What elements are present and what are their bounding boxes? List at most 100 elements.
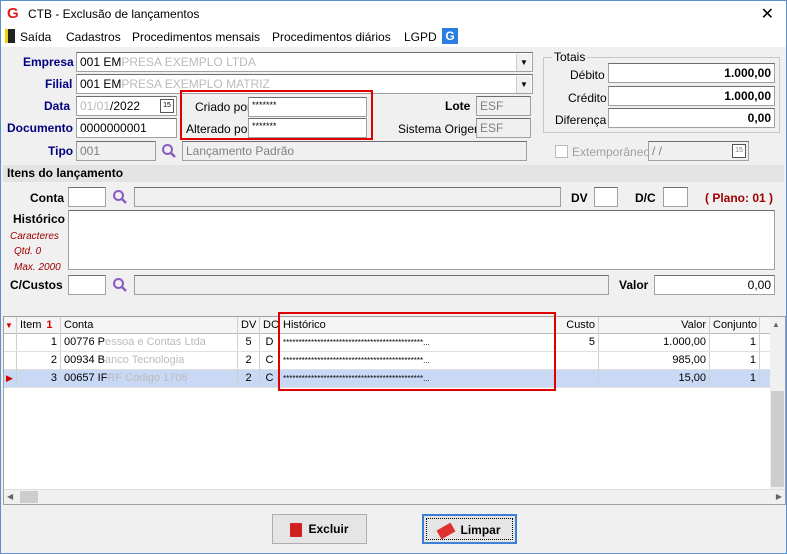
cell-valor: 1.000,00 [599, 334, 710, 351]
dv-label: DV [571, 191, 588, 205]
cell-conjunto: 1 [710, 352, 760, 369]
chevron-down-icon[interactable]: ▼ [516, 76, 531, 93]
empresa-value-redacted: PRESA EXEMPLO LTDA [121, 55, 256, 69]
col-item[interactable]: Item 1 [17, 317, 61, 334]
extemporaneo-label: Extemporâneo [572, 145, 651, 159]
scroll-left-icon[interactable]: ◀ [7, 492, 13, 501]
credito-field: 1.000,00 [608, 86, 775, 106]
scroll-right-icon[interactable]: ▶ [776, 492, 782, 501]
empresa-select[interactable]: 001 EMPRESA EXEMPLO LTDA ▼ [76, 52, 533, 72]
lote-label: Lote [445, 99, 471, 113]
highlight-box-historico [278, 312, 556, 391]
cell-custo [555, 352, 599, 369]
ccustos-label: C/Custos [10, 278, 63, 292]
cell-dv: 2 [238, 370, 260, 387]
cell-valor: 985,00 [599, 352, 710, 369]
empresa-label: Empresa [23, 55, 74, 69]
search-icon[interactable] [161, 143, 177, 159]
col-conjunto[interactable]: Conjunto [710, 317, 760, 334]
cell-conjunto: 1 [710, 370, 760, 387]
col-custo[interactable]: Custo [555, 317, 599, 334]
search-icon[interactable] [112, 189, 128, 205]
excluir-label: Excluir [308, 522, 349, 536]
cell-dv: 2 [238, 352, 260, 369]
data-field[interactable]: 01/01/2022 15 [76, 96, 177, 116]
lgpd-logo-icon[interactable]: G [442, 28, 458, 44]
historico-textarea[interactable] [68, 210, 775, 270]
cell-valor: 15,00 [599, 370, 710, 387]
excluir-button[interactable]: Excluir [272, 514, 367, 544]
scroll-up-icon[interactable]: ▲ [772, 320, 780, 329]
limpar-button[interactable]: Limpar [422, 514, 517, 544]
horizontal-scrollbar[interactable]: ◀ ▶ [4, 489, 785, 504]
valor-label: Valor [619, 278, 649, 292]
extemporaneo-checkbox[interactable] [555, 145, 568, 158]
menu-procedimentos-mensais[interactable]: Procedimentos mensais [132, 30, 260, 44]
menu-saida[interactable]: Saída [20, 30, 51, 44]
debito-field: 1.000,00 [608, 63, 775, 83]
cell-conta: 00934 Banco Tecnologia [61, 352, 238, 369]
cell-dv: 5 [238, 334, 260, 351]
tipo-description-field: Lançamento Padrão [182, 141, 527, 161]
caracteres-label: Caracteres [10, 231, 59, 242]
col-valor[interactable]: Valor [599, 317, 710, 334]
col-dv[interactable]: DV [238, 317, 260, 334]
cell-conta-redacted: anco Tecnologia [104, 354, 185, 366]
menu-bar: Saída Cadastros Procedimentos mensais Pr… [1, 27, 786, 47]
totais-caption: Totais [552, 50, 588, 64]
close-icon[interactable]: ✕ [761, 4, 774, 24]
itens-section-header: Itens do lançamento [3, 165, 784, 182]
filial-label: Filial [45, 77, 73, 91]
dc-label: D/C [635, 191, 656, 205]
menu-cadastros[interactable]: Cadastros [66, 30, 121, 44]
ccustos-code-field[interactable] [68, 275, 106, 295]
col-conta[interactable]: Conta [61, 317, 238, 334]
tipo-label: Tipo [48, 144, 74, 158]
window: G CTB - Exclusão de lançamentos ✕ Saída … [0, 0, 787, 554]
vertical-scrollbar[interactable]: ▲ [770, 317, 785, 489]
highlight-box-criado-alterado [180, 90, 373, 140]
cell-conta-redacted: essoa e Contas Ltda [104, 336, 206, 348]
sistema-origem-field: ESF [476, 118, 531, 138]
dv-field[interactable] [594, 187, 618, 207]
menu-procedimentos-diarios[interactable]: Procedimentos diários [272, 30, 391, 44]
title-bar: G CTB - Exclusão de lançamentos ✕ [1, 1, 786, 27]
cell-item: 3 [17, 370, 61, 387]
tipo-code-field[interactable]: 001 [76, 141, 156, 161]
scroll-thumb[interactable] [20, 491, 38, 503]
window-title: CTB - Exclusão de lançamentos [28, 7, 200, 21]
credito-label: Crédito [568, 91, 607, 105]
data-value-redacted: 01/01 [80, 99, 111, 113]
scroll-thumb[interactable] [771, 391, 784, 487]
sistema-origem-label: Sistema Origem [398, 122, 485, 136]
documento-label: Documento [7, 121, 73, 135]
cell-dc: C [260, 370, 280, 387]
menu-lgpd[interactable]: LGPD [404, 30, 437, 44]
calendar-icon[interactable]: 15 [732, 144, 746, 158]
calendar-icon[interactable]: 15 [160, 99, 174, 113]
diferenca-field: 0,00 [608, 108, 775, 128]
cell-conta: 00776 Pessoa e Contas Ltda [61, 334, 238, 351]
limpar-label: Limpar [460, 523, 501, 537]
app-logo-icon: G [7, 5, 19, 22]
dc-field[interactable] [663, 187, 688, 207]
col-dc[interactable]: DC [260, 317, 280, 334]
row-indicator [4, 334, 17, 351]
search-icon[interactable] [112, 277, 128, 293]
debito-label: Débito [570, 68, 605, 82]
row-indicator [4, 352, 17, 369]
documento-field[interactable]: 0000000001 [76, 118, 177, 138]
cell-conjunto: 1 [710, 334, 760, 351]
sort-desc-icon: ▼ [4, 317, 17, 334]
trash-icon [290, 522, 303, 537]
historico-label: Histórico [13, 212, 66, 226]
chevron-down-icon[interactable]: ▼ [516, 54, 531, 71]
conta-code-field[interactable] [68, 187, 106, 207]
ccustos-description-field [134, 275, 609, 295]
extemporaneo-date-field[interactable]: / / 15 [648, 141, 749, 161]
cell-item: 1 [17, 334, 61, 351]
qtd-caracteres: Qtd. 0 [14, 246, 42, 257]
valor-field[interactable]: 0,00 [654, 275, 775, 295]
cell-dc: C [260, 352, 280, 369]
lote-field: ESF [476, 96, 531, 116]
